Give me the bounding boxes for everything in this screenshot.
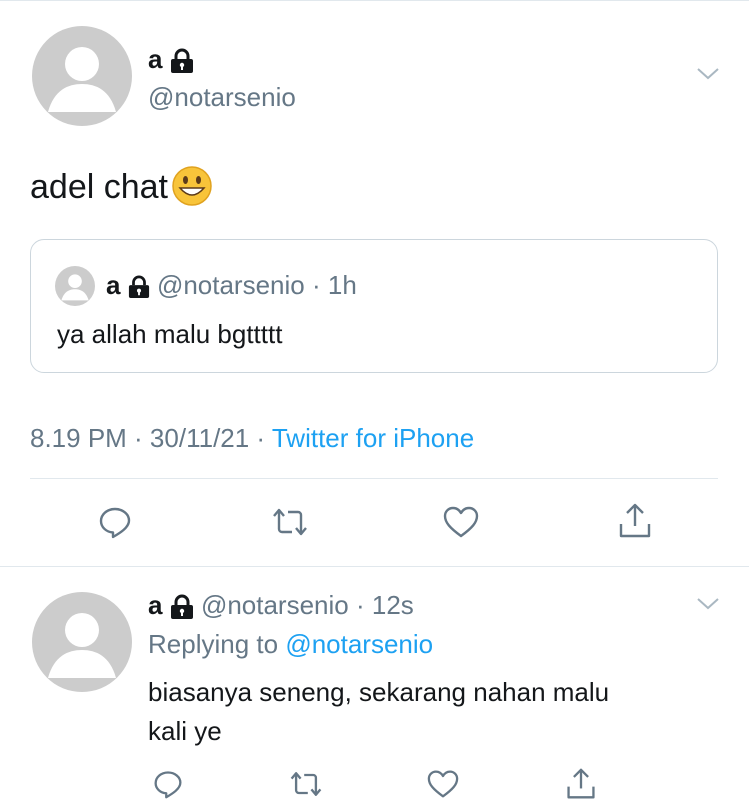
- divider: [30, 478, 718, 479]
- grinning-face-emoji: [172, 166, 212, 206]
- divider: [0, 566, 749, 567]
- lock-icon: [128, 275, 150, 299]
- author-handle[interactable]: @notarsenio: [148, 82, 296, 113]
- reply-time: · 12s: [355, 590, 414, 620]
- reply-handle: @notarsenio: [200, 590, 349, 620]
- author-name[interactable]: a: [148, 44, 194, 75]
- chevron-down-icon[interactable]: [696, 66, 720, 87]
- quoted-tweet[interactable]: [30, 239, 718, 373]
- top-divider: [0, 0, 749, 1]
- quoted-display-name: a: [106, 270, 121, 300]
- like-icon[interactable]: [424, 766, 462, 802]
- retweet-icon[interactable]: [286, 766, 326, 802]
- lock-icon: [170, 48, 194, 74]
- reply-author[interactable]: a @notarsenio · 12s: [148, 590, 414, 621]
- default-avatar-icon: [61, 274, 89, 301]
- reply-icon[interactable]: [150, 766, 186, 802]
- reply-icon[interactable]: [95, 502, 135, 542]
- like-icon[interactable]: [440, 502, 482, 542]
- default-avatar-icon: [48, 47, 116, 112]
- chevron-down-icon[interactable]: [696, 596, 720, 617]
- share-icon[interactable]: [562, 764, 600, 804]
- lock-icon: [170, 594, 194, 620]
- replying-handle-link[interactable]: @notarsenio: [285, 629, 433, 659]
- display-name: a: [148, 44, 163, 74]
- avatar[interactable]: [32, 26, 132, 126]
- source-link[interactable]: Twitter for iPhone: [272, 423, 474, 453]
- tweet-text-content: adel chat: [30, 168, 168, 206]
- quoted-handle: @notarsenio: [156, 270, 305, 300]
- reply-display-name: a: [148, 590, 163, 620]
- quoted-avatar: [55, 266, 95, 306]
- timestamp: 8.19 PM · 30/11/21 ·: [30, 423, 266, 453]
- quoted-time: · 1h: [311, 270, 357, 300]
- quoted-author: a @notarsenio · 1h: [106, 270, 357, 301]
- share-icon[interactable]: [614, 500, 656, 542]
- replying-prefix: Replying to: [148, 629, 279, 659]
- replying-to: Replying to @notarsenio: [148, 629, 433, 660]
- reply-text-line-1: biasanya seneng, sekarang nahan malu: [148, 677, 610, 707]
- reply-avatar[interactable]: [32, 592, 132, 692]
- default-avatar-icon: [48, 613, 116, 678]
- tweet-text: adel chat: [30, 166, 212, 209]
- tweet-meta: 8.19 PM · 30/11/21 · Twitter for iPhone: [30, 423, 474, 454]
- retweet-icon[interactable]: [269, 502, 311, 542]
- quoted-text: ya allah malu bgttttt: [57, 319, 283, 349]
- reply-text-line-2: kali ye: [148, 716, 222, 746]
